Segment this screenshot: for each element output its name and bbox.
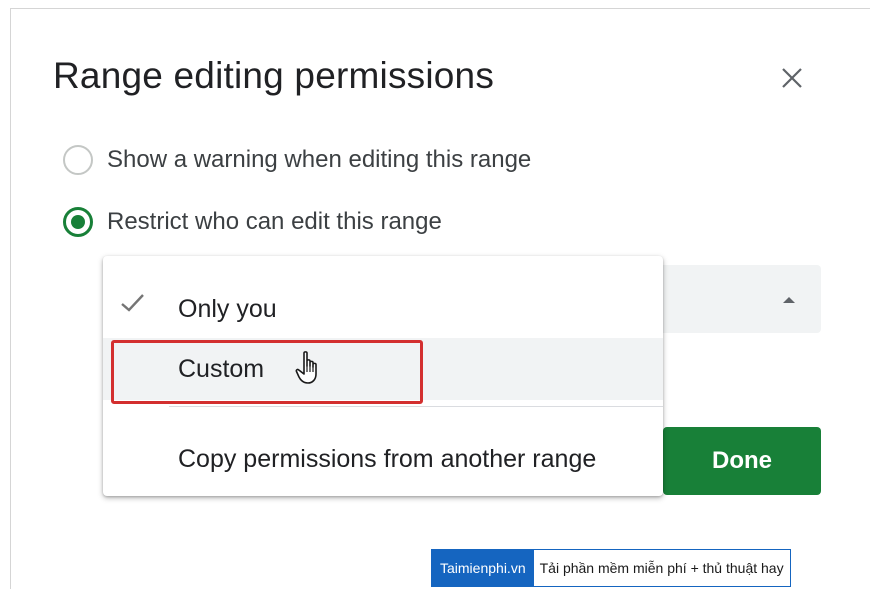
menu-item-only-you-label: Only you xyxy=(178,294,277,323)
option-restrict-label: Restrict who can edit this range xyxy=(107,208,442,235)
hand-pointer-icon xyxy=(295,351,317,384)
option-show-warning-label: Show a warning when editing this range xyxy=(107,146,532,173)
frame-top xyxy=(0,0,870,8)
watermark-tagline: Tải phần mềm miễn phí + thủ thuật hay xyxy=(533,550,790,586)
menu-item-copy-permissions[interactable]: Copy permissions from another range xyxy=(103,426,663,492)
option-restrict[interactable]: Restrict who can edit this range xyxy=(63,207,442,237)
menu-divider xyxy=(169,406,663,407)
custom-highlight-box xyxy=(111,340,423,404)
radio-restrict[interactable] xyxy=(63,207,93,237)
done-button[interactable]: Done xyxy=(663,427,821,495)
caret-up-icon xyxy=(783,297,795,303)
check-icon xyxy=(121,294,144,312)
range-editing-dialog: Range editing permissions Show a warning… xyxy=(10,8,870,589)
dialog-title: Range editing permissions xyxy=(53,55,495,96)
close-icon xyxy=(782,68,802,88)
menu-item-copy-permissions-label: Copy permissions from another range xyxy=(178,444,597,473)
menu-item-only-you[interactable]: Only you xyxy=(103,276,663,342)
radio-show-warning[interactable] xyxy=(63,145,93,175)
permission-dropdown-menu: Only you Custom Copy permissions from an… xyxy=(103,256,663,496)
option-show-warning[interactable]: Show a warning when editing this range xyxy=(63,145,531,175)
watermark: Taimienphi.vn Tải phần mềm miễn phí + th… xyxy=(431,549,791,587)
watermark-brand: Taimienphi.vn xyxy=(432,550,534,586)
close-button[interactable] xyxy=(775,61,809,95)
